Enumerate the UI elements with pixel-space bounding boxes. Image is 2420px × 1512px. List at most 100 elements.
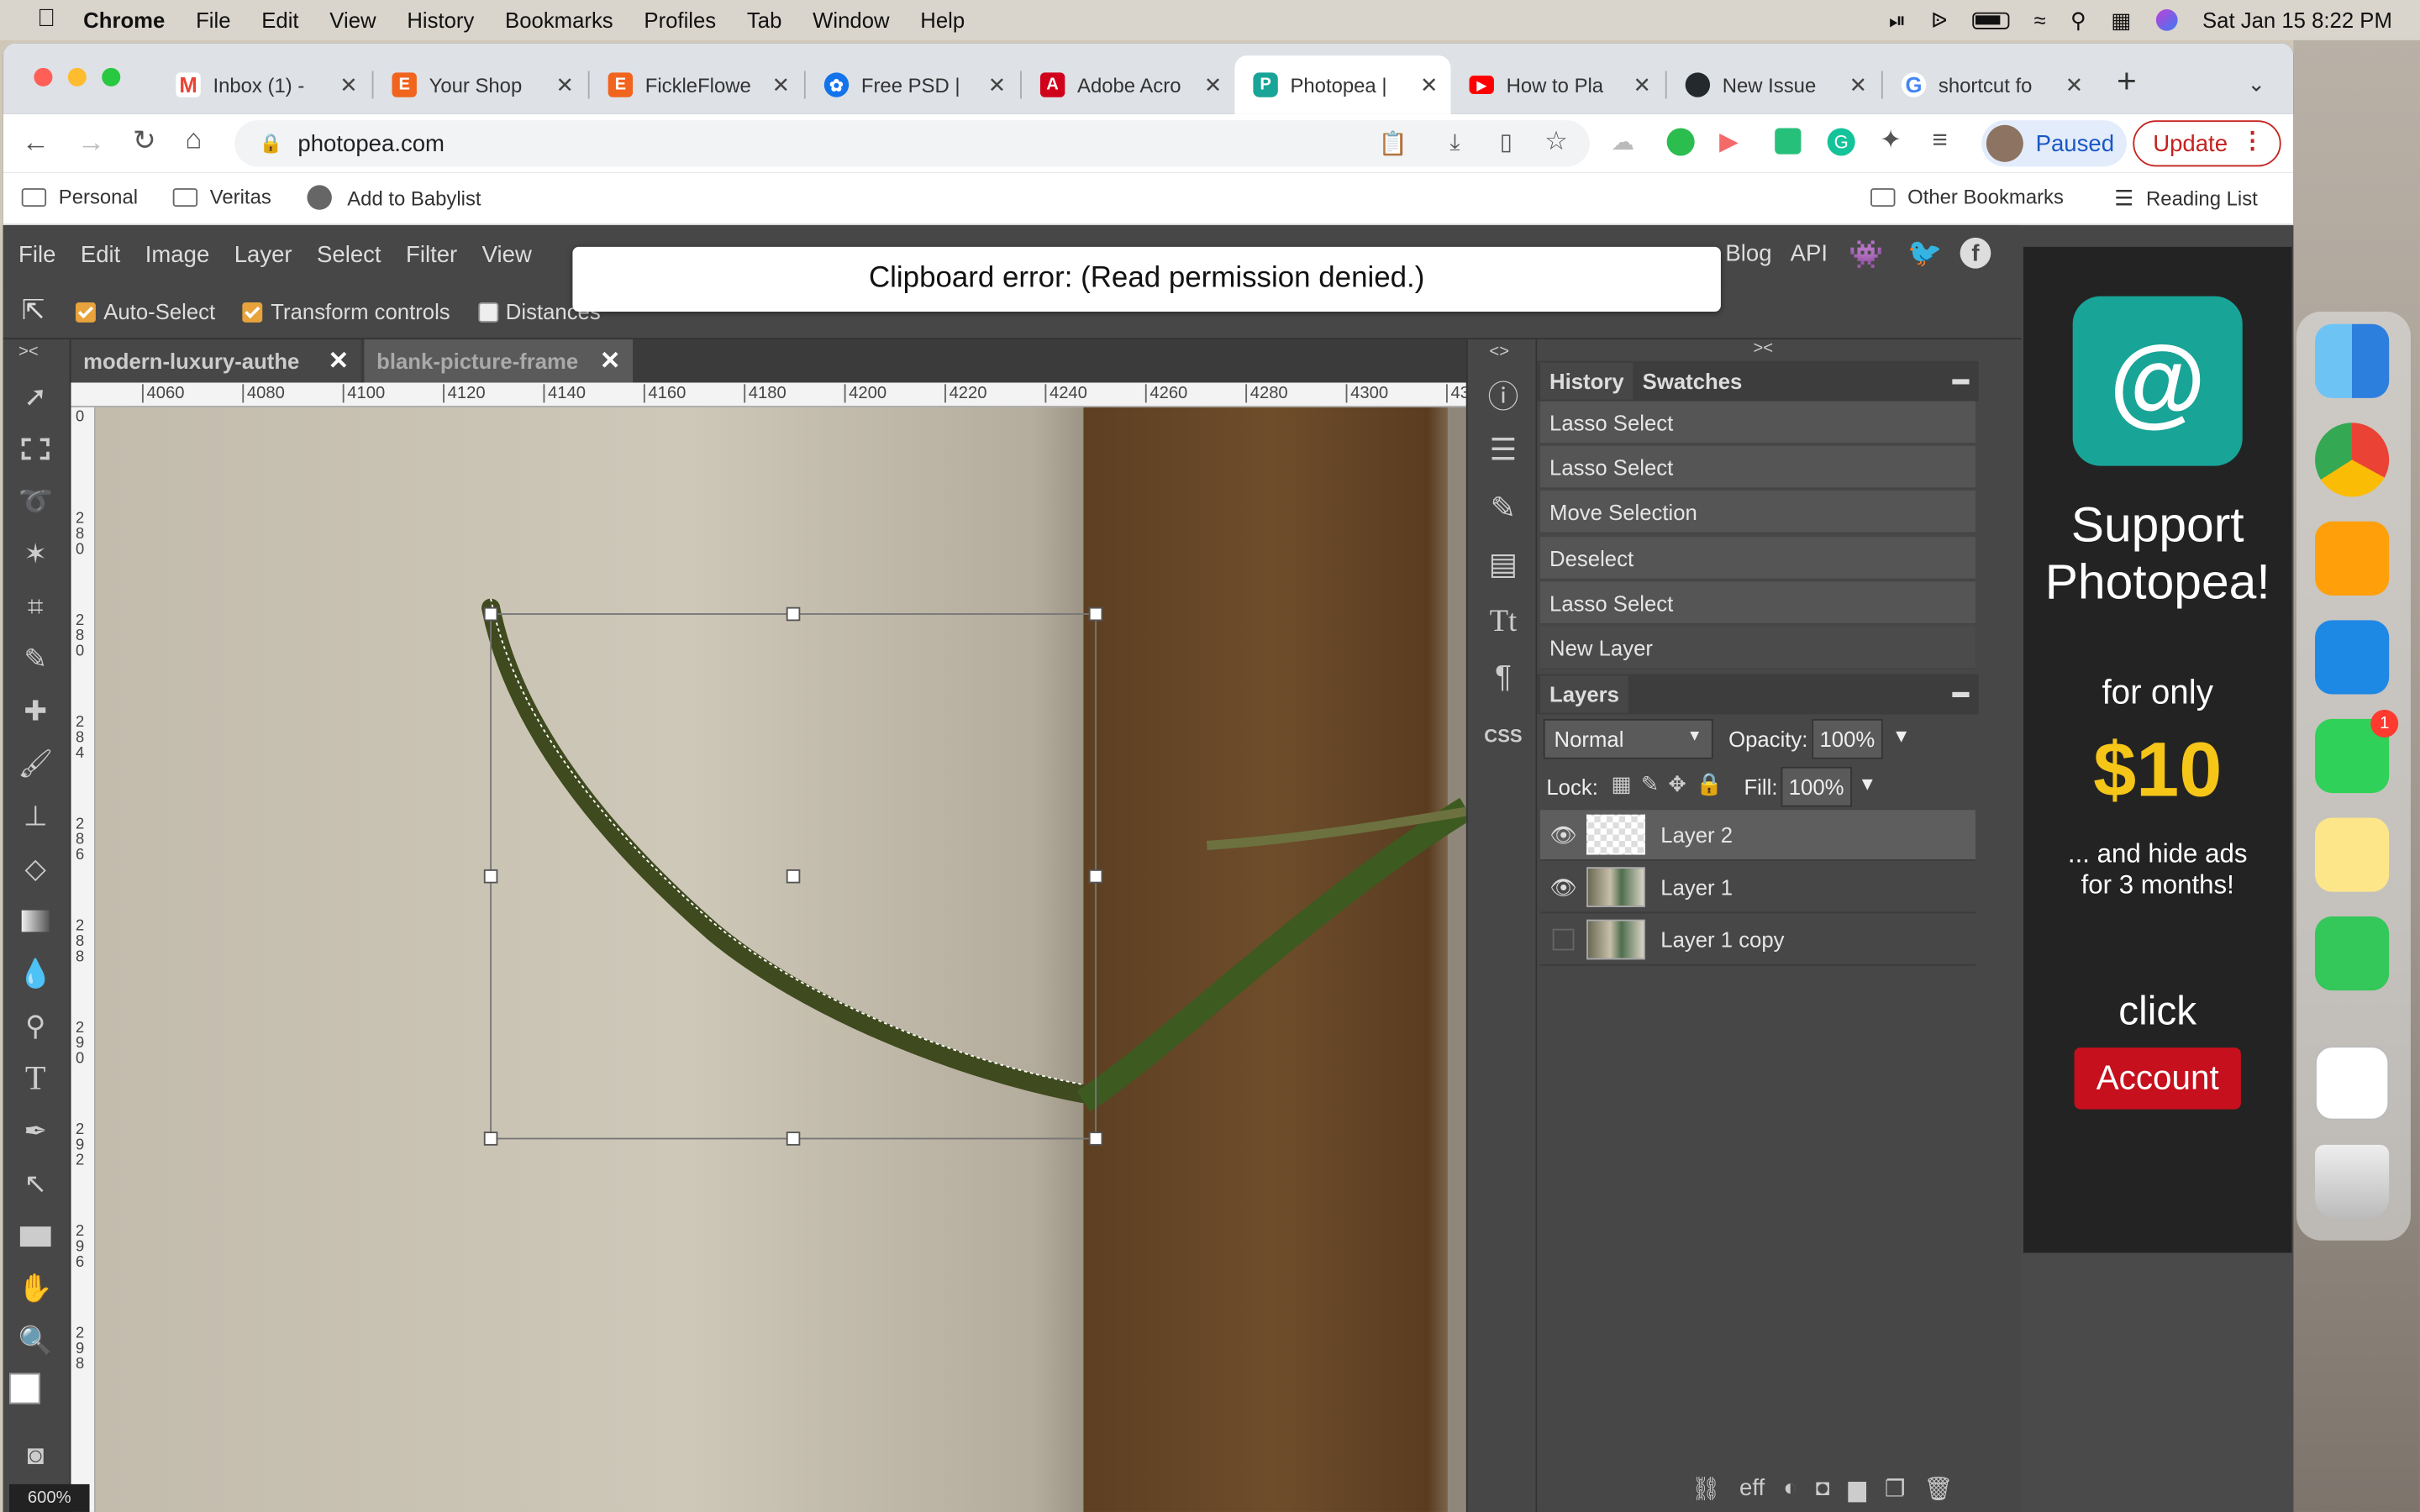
lasso-tool-icon[interactable]: ➰ bbox=[15, 481, 55, 522]
healing-brush-icon[interactable]: ✚ bbox=[15, 691, 55, 732]
tab-new-issue[interactable]: New Issue ✕ bbox=[1667, 55, 1880, 114]
menubar-edit[interactable]: Edit bbox=[261, 8, 298, 32]
pp-menu-filter[interactable]: Filter bbox=[406, 241, 457, 267]
page-icon[interactable]: ▯ bbox=[1500, 128, 1512, 155]
spotlight-search-icon[interactable]: ⚲ bbox=[2070, 7, 2086, 33]
fill-arrow-icon[interactable]: ▼ bbox=[1858, 773, 1876, 795]
menubar-bookmarks[interactable]: Bookmarks bbox=[505, 8, 613, 32]
new-layer-icon[interactable]: ❐ bbox=[1885, 1475, 1906, 1503]
reload-icon[interactable]: ↻ bbox=[133, 125, 156, 158]
move-tool-icon[interactable]: ⇱ bbox=[22, 295, 45, 328]
properties-icon[interactable]: ▤ bbox=[1483, 543, 1523, 584]
history-item[interactable]: Deselect bbox=[1540, 537, 1975, 580]
trash-icon[interactable] bbox=[2315, 1144, 2390, 1219]
pp-menu-image[interactable]: Image bbox=[145, 241, 210, 267]
swatches-tab[interactable]: Swatches bbox=[1634, 363, 1752, 400]
eraser-icon[interactable]: ◇ bbox=[15, 848, 55, 889]
forward-arrow-icon[interactable]: → bbox=[77, 127, 105, 160]
keynote-icon[interactable] bbox=[2315, 620, 2390, 695]
bookmark-other[interactable]: Other Bookmarks bbox=[1870, 185, 2064, 208]
hand-tool-icon[interactable]: ✋ bbox=[15, 1268, 55, 1309]
profile-paused-button[interactable]: Paused bbox=[1981, 120, 2127, 167]
layer-mask-icon[interactable]: ◘ bbox=[1816, 1475, 1830, 1503]
visibility-toggle-off[interactable] bbox=[1540, 928, 1586, 951]
close-tab-icon[interactable]: ✕ bbox=[1197, 71, 1228, 97]
opacity-arrow-icon[interactable]: ▼ bbox=[1892, 725, 1911, 747]
gradient-tool-icon[interactable] bbox=[15, 901, 55, 942]
close-tab-icon[interactable]: ✕ bbox=[550, 71, 581, 97]
menubar-history[interactable]: History bbox=[407, 8, 474, 32]
history-item-current[interactable]: New Layer bbox=[1540, 626, 1975, 670]
messages-icon[interactable] bbox=[2315, 916, 2390, 991]
blend-mode-select[interactable]: Normal ▼ bbox=[1543, 718, 1713, 759]
opacity-input[interactable]: 100% bbox=[1812, 718, 1883, 759]
panel-menu-icon[interactable]: ▬ bbox=[1952, 684, 1969, 702]
lock-icon[interactable]: 🔒 bbox=[260, 133, 282, 155]
install-app-icon[interactable]: ⤓ bbox=[1449, 129, 1460, 155]
back-arrow-icon[interactable]: ← bbox=[22, 127, 50, 160]
quick-mask-icon[interactable]: ◙ bbox=[15, 1435, 55, 1475]
close-tab-icon[interactable]: ✕ bbox=[1627, 71, 1658, 97]
tab-photopea[interactable]: P Photopea | ✕ bbox=[1234, 55, 1451, 114]
path-select-icon[interactable]: ↖ bbox=[15, 1163, 55, 1204]
tab-free-psd[interactable]: ✿ Free PSD | ✕ bbox=[806, 55, 1018, 114]
tab-your-shop[interactable]: E Your Shop ✕ bbox=[373, 55, 586, 114]
ad-account-button[interactable]: Account bbox=[2074, 1047, 2241, 1110]
pp-menu-view[interactable]: View bbox=[482, 241, 532, 267]
tab-shortcut[interactable]: G shortcut fo ✕ bbox=[1883, 55, 2096, 114]
info-icon[interactable]: ⓘ bbox=[1483, 373, 1523, 414]
chrome-icon[interactable] bbox=[2315, 423, 2390, 497]
minimize-window-button[interactable] bbox=[67, 67, 87, 87]
facebook-icon[interactable]: f bbox=[1960, 237, 1991, 269]
close-tab-icon[interactable]: ✕ bbox=[981, 71, 1013, 97]
close-doc-icon[interactable]: ✕ bbox=[328, 345, 349, 376]
transform-controls-checkbox[interactable]: Transform controls bbox=[243, 298, 450, 323]
tab-fickleflowe[interactable]: E FickleFlowe ✕ bbox=[590, 55, 802, 114]
apple-icon[interactable]:  bbox=[37, 6, 55, 34]
battery-icon[interactable] bbox=[1972, 11, 2010, 29]
extension-save-icon[interactable] bbox=[1775, 128, 1802, 155]
clipboard-blocked-icon[interactable]: 📋 bbox=[1379, 129, 1407, 157]
maximize-window-button[interactable] bbox=[102, 67, 121, 87]
adjustment-layer-icon[interactable]: ◐ bbox=[1783, 1475, 1797, 1503]
siri-icon[interactable] bbox=[2155, 9, 2178, 31]
css-icon[interactable]: CSS bbox=[1483, 716, 1523, 756]
extension-play-icon[interactable]: ▶ bbox=[1719, 127, 1739, 158]
brush-settings-icon[interactable]: ✎ bbox=[1483, 487, 1523, 528]
bookmark-personal[interactable]: Personal bbox=[21, 185, 138, 208]
visibility-eye-icon[interactable]: 👁 bbox=[1540, 822, 1586, 848]
tab-gmail[interactable]: M Inbox (1) - ✕ bbox=[157, 55, 370, 114]
crop-tool-icon[interactable]: ⌗ bbox=[15, 586, 55, 627]
reddit-icon[interactable]: 👾 bbox=[1849, 239, 1883, 272]
marquee-tool-icon[interactable] bbox=[15, 429, 55, 470]
menubar-clock[interactable]: Sat Jan 15 8:22 PM bbox=[2202, 8, 2392, 32]
collapse-toolbox-icon[interactable]: >< bbox=[18, 343, 39, 361]
character-icon[interactable]: Tt bbox=[1483, 601, 1523, 642]
tab-adobe-acrobat[interactable]: A Adobe Acro ✕ bbox=[1022, 55, 1234, 114]
reading-list-button[interactable]: ☰ Reading List bbox=[2114, 185, 2258, 211]
layer-row-layer-1-copy[interactable]: Layer 1 copy bbox=[1540, 915, 1975, 966]
history-item[interactable]: Move Selection bbox=[1540, 491, 1975, 534]
bookmark-babylist[interactable]: Add to Babylist bbox=[307, 185, 481, 210]
pages-icon[interactable] bbox=[2315, 521, 2390, 596]
bookmark-star-icon[interactable]: ☆ bbox=[1544, 127, 1568, 158]
auto-select-checkbox[interactable]: Auto-Select bbox=[76, 298, 215, 323]
home-icon[interactable]: ⌂ bbox=[185, 123, 202, 156]
doc-tab-blank-frame[interactable]: blank-picture-frame ✕ bbox=[364, 339, 634, 383]
link-layers-icon[interactable]: ⛓ bbox=[1691, 1475, 1721, 1503]
tab-youtube[interactable]: ▶ How to Pla ✕ bbox=[1450, 55, 1663, 114]
reading-mode-icon[interactable]: ≡ bbox=[1933, 125, 1948, 156]
close-tab-icon[interactable]: ✕ bbox=[1413, 71, 1444, 97]
layer-row-layer-2[interactable]: 👁 Layer 2 bbox=[1540, 810, 1975, 861]
extension-cloud-icon[interactable]: ☁ bbox=[1612, 128, 1635, 155]
collapse-panels-icon[interactable]: >< bbox=[1753, 339, 1773, 358]
layer-row-layer-1[interactable]: 👁 Layer 1 bbox=[1540, 863, 1975, 914]
wifi-icon[interactable]: ≈ bbox=[2033, 8, 2045, 32]
pp-menu-blog[interactable]: Blog bbox=[1725, 241, 1771, 267]
menubar-view[interactable]: View bbox=[329, 8, 376, 32]
adjustments-icon[interactable]: ☰ bbox=[1483, 429, 1523, 470]
close-tab-icon[interactable]: ✕ bbox=[334, 71, 365, 97]
paragraph-icon[interactable]: ¶ bbox=[1483, 657, 1523, 697]
twitter-icon[interactable]: 🐦 bbox=[1907, 238, 1942, 270]
lock-options-icon[interactable]: ▦✎✥🔒 bbox=[1612, 771, 1732, 797]
